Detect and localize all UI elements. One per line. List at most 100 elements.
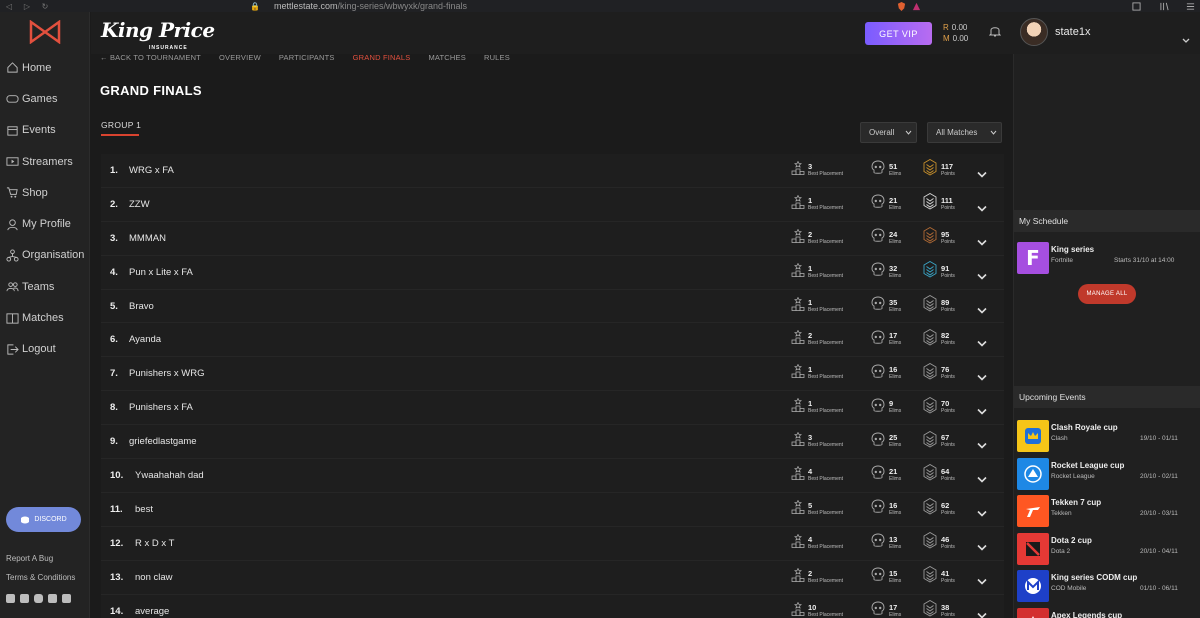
best-placement-stat: 4 Best Placement [791,533,843,553]
standings-row[interactable]: 12. R x D x T 4 Best Placement 13 Elims 46 Poin… [101,526,1004,561]
best-placement-stat: 1 Best Placement [791,397,843,417]
sidebar-item-streamers[interactable]: Streamers [0,146,89,177]
tab-group-1[interactable]: GROUP 1 [101,120,141,130]
standings-row[interactable]: 11. best 5 Best Placement 16 Elims 62 Points [101,492,1004,527]
library-icon[interactable] [1160,0,1169,12]
expand-chevron-icon[interactable] [977,233,987,251]
user-menu[interactable]: state1x [1020,18,1090,46]
points-stat: 91 Points [923,261,955,283]
youtube-icon[interactable] [48,594,57,603]
rewards-icon[interactable] [912,0,921,12]
twitch-icon[interactable] [62,594,71,603]
points-stat: 111 Points [923,193,955,215]
sidebar-item-teams[interactable]: Teams [0,271,89,302]
tab-matches[interactable]: MATCHES [428,53,466,62]
sidebar-item-home[interactable]: Home [0,52,89,83]
king-price-logo[interactable]: King Price INSURANCE [101,18,215,51]
forward-arrow-icon[interactable]: ▷ [18,2,36,11]
standings-row[interactable]: 4. Pun x Lite x FA 1 Best Placement 32 Elims 9… [101,255,1004,290]
rank-chevron-icon [923,498,937,520]
menu-icon[interactable] [1186,0,1195,12]
standings-row[interactable]: 1. WRG x FA 3 Best Placement 51 Elims 117 Point… [101,154,1004,188]
elims-stat: 17 Elims [871,330,901,350]
upcoming-event-item[interactable]: Dota 2 cup Dota 2 20/10 - 04/11 [1017,531,1198,567]
standings-row[interactable]: 7. Punishers x WRG 1 Best Placement 16 Elims 7… [101,357,1004,392]
rank-number: 1. [110,164,118,176]
sidebar-item-games[interactable]: Games [0,83,89,114]
matches-filter-select[interactable]: All Matches [927,122,1002,143]
facebook-icon[interactable] [6,594,15,603]
back-to-tournament-link[interactable]: ← BACK TO TOURNAMENT [100,53,201,62]
sidebar-item-logout[interactable]: Logout [0,334,89,365]
rank-chevron-icon [923,159,937,181]
podium-icon [791,397,805,417]
tab-participants[interactable]: PARTICIPANTS [279,53,335,62]
standings-row[interactable]: 3. MMMAN 2 Best Placement 24 Elims 95 Points [101,221,1004,256]
report-bug-link[interactable]: Report A Bug [6,554,53,563]
video-icon [5,155,19,169]
tab-overview[interactable]: OVERVIEW [219,53,261,62]
expand-chevron-icon[interactable] [977,606,987,618]
event-dates: 20/10 - 04/11 [1140,547,1178,555]
upcoming-event-item[interactable]: Rocket League cup Rocket League 20/10 - 02… [1017,456,1198,492]
upcoming-event-item[interactable]: Clash Royale cup Clash 19/10 - 01/11 [1017,418,1198,454]
sidebar-item-matches[interactable]: Matches [0,302,89,333]
standings-row[interactable]: 9. griefedlastgame 3 Best Placement 25 Elims 6… [101,425,1004,460]
expand-chevron-icon[interactable] [977,402,987,420]
gamepad-icon [5,92,19,106]
manage-all-button[interactable]: MANAGE ALL [1078,284,1136,304]
event-dates: 19/10 - 01/11 [1140,435,1178,442]
standings-row[interactable]: 8. Punishers x FA 1 Best Placement 9 Elims 70 P… [101,391,1004,426]
rank-number: 8. [110,402,118,414]
reload-icon[interactable]: ↻ [36,2,54,11]
points-stat: 38 Points [923,599,955,618]
sidebar-item-my-profile[interactable]: My Profile [0,208,89,239]
expand-chevron-icon[interactable] [977,199,987,217]
standings-row[interactable]: 10. Ywaahahah dad 4 Best Placement 21 Elims 64… [101,459,1004,493]
notification-bell-icon[interactable] [988,25,1002,43]
upcoming-event-item[interactable]: King series CODM cup COD Mobile 01/10 - 06… [1017,568,1198,604]
mettlestate-logo[interactable] [0,12,89,52]
address-bar[interactable]: mettlestate.com/king-series/wbwyxk/grand… [274,1,467,11]
sidebar-item-organisation[interactable]: Organisation [0,240,89,271]
expand-chevron-icon[interactable] [977,301,987,319]
expand-chevron-icon[interactable] [977,504,987,522]
twitter-icon[interactable] [20,594,29,603]
sidebar-item-events[interactable]: Events [0,115,89,146]
expand-chevron-icon[interactable] [977,470,987,488]
tab-rules[interactable]: RULES [484,53,510,62]
expand-chevron-icon[interactable] [977,165,987,183]
extension-icon[interactable] [1132,0,1141,12]
discord-button[interactable]: DISCORD [6,507,81,532]
expand-chevron-icon[interactable] [977,436,987,454]
instagram-icon[interactable] [34,594,43,603]
best-placement-stat: 1 Best Placement [791,194,843,214]
chevron-down-icon[interactable] [1182,30,1190,48]
team-name: Bravo [129,300,154,312]
upcoming-event-item[interactable]: Tekken 7 cup Tekken 20/10 - 03/11 [1017,493,1198,529]
standings-row[interactable]: 2. ZZW 1 Best Placement 21 Elims 111 Points [101,187,1004,222]
team-icon [5,280,19,294]
get-vip-button[interactable]: GET VIP [865,22,932,45]
expand-chevron-icon[interactable] [977,334,987,352]
expand-chevron-icon[interactable] [977,538,987,556]
brave-shield-icon[interactable] [897,0,906,12]
standings-row[interactable]: 13. non claw 2 Best Placement 15 Elims 41 Point… [101,560,1004,595]
upcoming-event-item[interactable]: Apex Legends cup [1017,606,1198,618]
expand-chevron-icon[interactable] [977,572,987,590]
back-arrow-icon[interactable]: ◁ [0,2,18,11]
tab-grand-finals[interactable]: GRAND FINALS [353,53,411,62]
expand-chevron-icon[interactable] [977,267,987,285]
team-name: best [135,503,153,515]
team-name: MMMAN [129,232,166,244]
tekken-icon [1017,495,1049,528]
standings-row[interactable]: 6. Ayanda 2 Best Placement 17 Elims 82 Points [101,323,1004,358]
wallet-balance[interactable]: R 0.00 M 0.00 [943,22,968,44]
terms-link[interactable]: Terms & Conditions [6,573,75,582]
standings-row[interactable]: 14. average 10 Best Placement 17 Elims 38 Point… [101,594,1004,618]
standings-row[interactable]: 5. Bravo 1 Best Placement 35 Elims 89 Points [101,289,1004,324]
expand-chevron-icon[interactable] [977,368,987,386]
schedule-item[interactable]: F King series Fortnite Starts 31/10 at 1… [1017,240,1198,276]
sidebar-item-shop[interactable]: Shop [0,177,89,208]
overall-filter-select[interactable]: Overall [860,122,917,143]
